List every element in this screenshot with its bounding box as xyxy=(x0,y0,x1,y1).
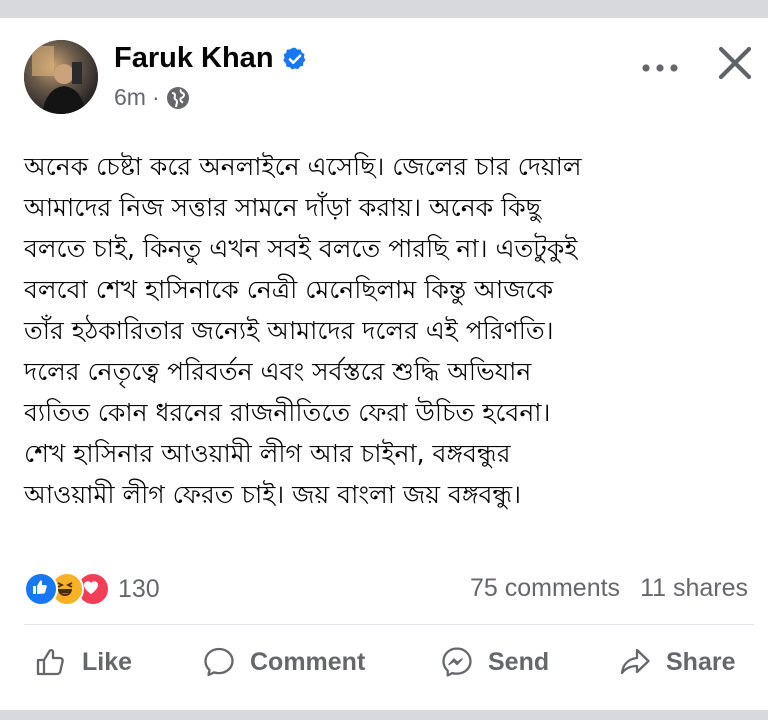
post-header: Faruk Khan 6m · xyxy=(24,40,754,118)
avatar[interactable] xyxy=(24,40,98,114)
action-bar: Like Comment Send Share xyxy=(0,636,768,688)
meta-separator: · xyxy=(151,84,160,110)
bottom-frame-bar xyxy=(0,710,768,720)
reaction-count[interactable]: 130 xyxy=(118,575,160,604)
post-line: দলের নেতৃত্বে পরিবর্তন এবং সর্বস্তরে শুদ… xyxy=(24,357,532,386)
send-label: Send xyxy=(488,647,550,676)
top-frame-bar xyxy=(0,0,768,18)
author-name[interactable]: Faruk Khan xyxy=(114,42,274,75)
post-line: বলতে চাই, কিনতু এখন সবই বলতে পারছি না। এ… xyxy=(24,234,578,263)
messenger-icon xyxy=(442,647,472,677)
post-line: ব্যতিত কোন ধরনের রাজনীতিতে ফেরা উচিত হবে… xyxy=(24,398,551,427)
comment-button[interactable]: Comment xyxy=(202,636,365,688)
divider xyxy=(24,624,754,625)
reaction-summary[interactable]: 130 xyxy=(24,572,160,606)
like-button[interactable]: Like xyxy=(34,636,132,688)
more-options-icon[interactable] xyxy=(636,56,684,80)
post-meta: 6m · xyxy=(114,84,190,111)
post-line: আমাদের নিজ সত্তার সামনে দাঁড়া করায়। অন… xyxy=(24,193,541,222)
comment-icon xyxy=(204,647,234,677)
post-line: অনেক চেষ্টা করে অনলাইনে এসেছি। জেলের চার… xyxy=(24,152,582,181)
verified-badge-icon xyxy=(282,47,305,70)
post-time[interactable]: 6m xyxy=(114,84,146,111)
comment-label: Comment xyxy=(250,647,366,676)
share-button[interactable]: Share xyxy=(618,636,735,688)
comments-count[interactable]: 75 comments xyxy=(470,574,620,603)
like-icon xyxy=(24,572,58,606)
engagement-stats: 75 comments 11 shares xyxy=(470,574,748,603)
send-button[interactable]: Send xyxy=(440,636,549,688)
share-label: Share xyxy=(666,647,736,676)
post-body: অনেক চেষ্টা করে অনলাইনে এসেছি। জেলের চার… xyxy=(24,146,754,515)
post-line: আওয়ামী লীগ ফেরত চাই। জয় বাংলা জয় বঙ্গ… xyxy=(24,480,522,509)
post-line: তাঁর হঠকারিতার জন্যেই আমাদের দলের এই পরি… xyxy=(24,316,554,345)
share-icon xyxy=(620,648,650,675)
thumbs-up-icon xyxy=(36,648,64,676)
like-label: Like xyxy=(82,647,133,676)
shares-count[interactable]: 11 shares xyxy=(640,574,748,603)
close-icon[interactable] xyxy=(712,40,758,86)
post-line: শেখ হাসিনার আওয়ামী লীগ আর চাইনা, বঙ্গবন… xyxy=(24,439,511,468)
globe-icon xyxy=(166,86,189,109)
post-line: বলবো শেখ হাসিনাকে নেত্রী মেনেছিলাম কিন্ত… xyxy=(24,275,554,304)
